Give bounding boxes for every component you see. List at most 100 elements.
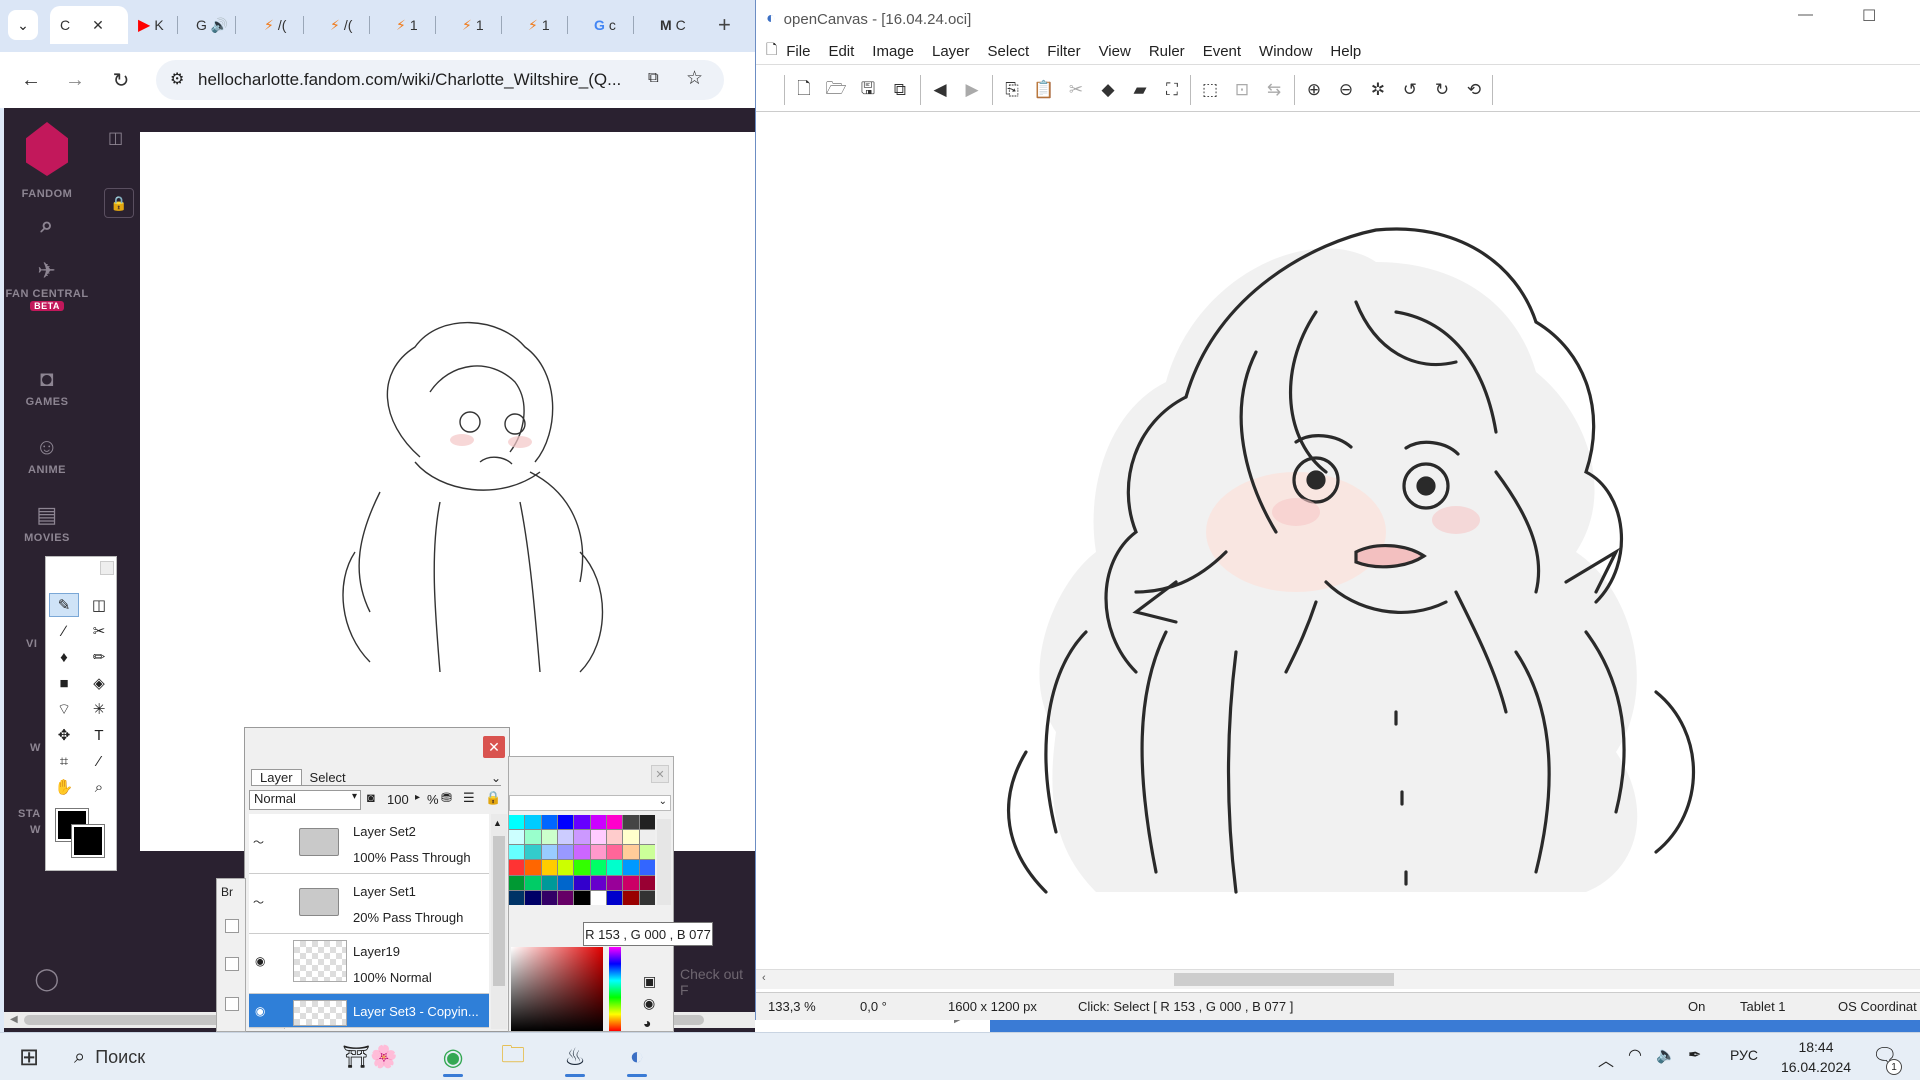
sidebar-item-games[interactable]: ◘ GAMES — [4, 366, 90, 408]
bookmark-star-icon[interactable]: ☆ — [686, 67, 703, 90]
color-swatch[interactable] — [639, 815, 655, 830]
pen-tool-icon[interactable]: ✎ — [49, 593, 79, 617]
color-mode-icon[interactable]: ◉ — [643, 995, 655, 1012]
color-swatch[interactable] — [557, 875, 574, 890]
brush-size-dot[interactable] — [225, 997, 239, 1011]
pen-icon[interactable]: ✒ — [1688, 1045, 1701, 1065]
menu-window[interactable]: Window — [1250, 43, 1321, 60]
chrome-icon[interactable]: ◉ — [430, 1037, 476, 1077]
sidebar-item-anime[interactable]: ☺ ANIME — [4, 434, 90, 476]
forward-arrow-icon[interactable]: → — [58, 63, 92, 97]
color-swatch[interactable] — [574, 815, 590, 830]
color-swatch[interactable] — [606, 875, 623, 890]
move-tool-icon[interactable]: ✥ — [49, 723, 79, 747]
wiki-icon[interactable]: ◫ — [108, 128, 123, 148]
hand-tool-icon[interactable]: ✋ — [49, 775, 79, 799]
sidebar-item-movies[interactable]: ▤ MOVIES — [4, 502, 90, 544]
close-icon[interactable]: ✕ — [483, 736, 505, 758]
maximize-icon[interactable]: ☐ — [1862, 6, 1876, 26]
color-swatch[interactable] — [557, 890, 574, 905]
paste-icon[interactable]: 📋 — [1030, 77, 1058, 103]
tab-youtube[interactable]: ▶ K — [128, 6, 178, 44]
color-swatch[interactable] — [606, 890, 623, 905]
color-swatch[interactable] — [574, 860, 590, 875]
color-swatch[interactable] — [639, 890, 655, 905]
color-swatch[interactable] — [590, 830, 606, 845]
tab-audio[interactable]: G 🔊 — [186, 6, 236, 44]
transform-icon[interactable]: ⛶ — [1158, 77, 1186, 103]
menu-filter[interactable]: Filter — [1038, 43, 1089, 60]
blend-mode-select[interactable]: Normal ▾ — [249, 790, 361, 810]
reset-rotation-icon[interactable]: ⟲ — [1460, 77, 1488, 103]
menu-event[interactable]: Event — [1194, 43, 1250, 60]
eye-icon[interactable]: ◉ — [255, 954, 265, 968]
color-swatch[interactable] — [574, 875, 590, 890]
lock-alpha-icon[interactable]: ⛃ — [441, 790, 452, 806]
lock-layer-icon[interactable]: 🔒 — [485, 790, 501, 806]
scroll-left-icon[interactable]: ◀ — [10, 1014, 18, 1025]
fill-bucket-icon[interactable]: ♦ — [49, 645, 79, 669]
pressure-toggle[interactable]: On — [1688, 999, 1705, 1014]
address-bar[interactable]: ⚙ hellocharlotte.fandom.com/wiki/Charlot… — [156, 60, 724, 100]
select-rect-icon[interactable]: ⬚ — [1196, 77, 1224, 103]
color-swatch[interactable] — [509, 815, 525, 830]
tab-bolt-4[interactable]: ⚡ 1 — [452, 6, 502, 44]
swatch-scrollbar[interactable] — [657, 819, 671, 905]
site-settings-icon[interactable]: ⚙ — [170, 69, 184, 89]
color-mode-icon[interactable]: ◕ — [643, 1015, 651, 1031]
scroll-left-icon[interactable]: ‹ — [762, 972, 766, 984]
color-swatch[interactable] — [541, 890, 557, 905]
color-swatch[interactable] — [509, 845, 525, 860]
opacity-arrow-icon[interactable]: ▸ — [415, 792, 420, 803]
color-swatch[interactable] — [574, 830, 590, 845]
color-swatch[interactable] — [574, 845, 590, 860]
layer-row-layer19[interactable]: ◉ Layer19 100% Normal — [249, 934, 489, 994]
opacity-value[interactable]: 100 — [387, 792, 409, 807]
eraser-tool-icon[interactable]: ◫ — [84, 593, 114, 617]
color-swatch[interactable] — [606, 815, 623, 830]
widgets-icon[interactable]: ⛩🌸 — [324, 1037, 416, 1077]
color-swatch[interactable] — [541, 845, 557, 860]
color-swatch[interactable] — [639, 875, 655, 890]
tray-chevron-icon[interactable]: ︿ — [1598, 1047, 1614, 1071]
menu-ruler[interactable]: Ruler — [1140, 43, 1194, 60]
close-tab-icon[interactable]: ✕ — [92, 17, 104, 34]
rotation-angle[interactable]: 0,0 ° — [860, 999, 887, 1014]
color-swatch[interactable] — [525, 875, 541, 890]
minimize-icon[interactable]: — — [1798, 6, 1813, 23]
tab-bolt-2[interactable]: ⚡/( — [320, 6, 370, 44]
close-icon[interactable]: ✕ — [651, 765, 669, 783]
brush-tab[interactable]: Br — [221, 885, 233, 899]
color-swatch[interactable] — [525, 890, 541, 905]
menu-view[interactable]: View — [1090, 43, 1140, 60]
reload-icon[interactable]: ↻ — [104, 63, 138, 97]
palette-select[interactable]: ⌄ — [509, 795, 671, 811]
zoom-out-icon[interactable]: ⊖ — [1332, 77, 1360, 103]
save-as-icon[interactable]: ⧉ — [886, 77, 914, 103]
back-arrow-icon[interactable]: ← — [14, 63, 48, 97]
palette-close-icon[interactable] — [100, 561, 114, 575]
color-swatch[interactable] — [509, 875, 525, 890]
tab-bolt-5[interactable]: ⚡ 1 — [518, 6, 568, 44]
zoom-in-icon[interactable]: ⊕ — [1300, 77, 1328, 103]
hue-slider[interactable] — [609, 947, 621, 1031]
scroll-up-icon[interactable]: ▲ — [493, 818, 502, 828]
lasso-tool-icon[interactable]: ⌔ — [49, 697, 79, 721]
fill-icon[interactable]: ◆ — [1094, 77, 1122, 103]
cut-icon[interactable]: ✂ — [1062, 77, 1090, 103]
color-swatch[interactable] — [606, 845, 623, 860]
clock[interactable]: 18:44 16.04.2024 — [1776, 1037, 1856, 1077]
background-color-swatch[interactable] — [71, 824, 105, 858]
windows-start-icon[interactable]: ⊞ — [6, 1037, 52, 1077]
color-swatch[interactable] — [574, 890, 590, 905]
brush-tool-icon[interactable]: ∕ — [49, 619, 79, 643]
magic-wand-icon[interactable]: ✳ — [84, 697, 114, 721]
scroll-thumb[interactable] — [1174, 973, 1394, 986]
color-swatch[interactable] — [623, 830, 639, 845]
invert-selection-icon[interactable]: ⇆ — [1260, 77, 1288, 103]
fit-view-icon[interactable]: ✲ — [1364, 77, 1392, 103]
deselect-icon[interactable]: ⊡ — [1228, 77, 1256, 103]
save-icon[interactable]: 🖫 — [854, 77, 882, 103]
drawing-canvas[interactable] — [756, 112, 1920, 970]
visibility-toggle-icon[interactable]: 〜 — [253, 894, 264, 910]
